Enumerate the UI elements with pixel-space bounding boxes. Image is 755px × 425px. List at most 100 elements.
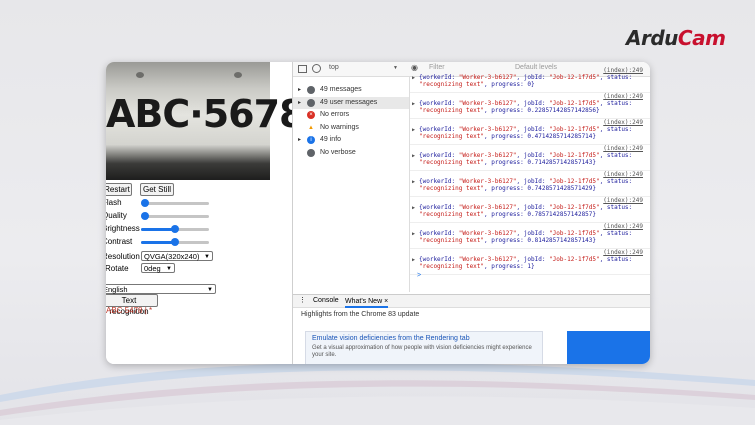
expand-icon[interactable]: ▶ <box>412 101 415 107</box>
log-source-link[interactable]: (index):249 <box>603 93 643 100</box>
expand-icon[interactable]: ▶ <box>412 231 415 237</box>
log-line: "recognizing text", progress: 0.47142857… <box>419 133 597 140</box>
card-body: Get a visual approximation of how people… <box>312 345 532 358</box>
restart-button[interactable]: Restart <box>106 183 132 196</box>
slider-handle[interactable] <box>141 199 149 207</box>
control-slider-0[interactable] <box>141 199 209 207</box>
expand-icon[interactable]: ▸ <box>298 97 301 109</box>
console-sidebar: ▸ 49 messages ▸ 49 user messages × No errors ▲… <box>293 76 410 292</box>
chevron-down-icon: ▼ <box>166 266 172 272</box>
log-line: {workerId: "Worker-3-b6127", jobId: "Job… <box>419 256 633 263</box>
sidebar-item-label: 49 messages <box>320 86 362 93</box>
drawer-tabs: ⋮ Console What's New × <box>293 295 650 308</box>
log-line: "recognizing text", progress: 0.78571428… <box>419 211 597 218</box>
control-label-0: Flash <box>106 198 122 207</box>
slider-handle[interactable] <box>141 212 149 220</box>
card-title[interactable]: Emulate vision deficiencies from the Ren… <box>312 335 470 342</box>
log-entry[interactable]: ▶ (index):249 {workerId: "Worker-3-b6127",… <box>410 196 650 223</box>
control-slider-2[interactable] <box>141 225 209 233</box>
context-select[interactable]: top <box>329 64 339 71</box>
log-source-link[interactable]: (index):249 <box>603 197 643 204</box>
feature-card[interactable]: Emulate vision deficiencies from the Ren… <box>305 331 543 364</box>
log-line: "recognizing text", progress: 0.22857142… <box>419 107 600 114</box>
sidebar-item-label: No warnings <box>320 123 359 131</box>
chevron-down-icon: ▼ <box>204 254 210 260</box>
log-line: {workerId: "Worker-3-b6127", jobId: "Job… <box>419 178 633 185</box>
log-source-link[interactable]: (index):249 <box>603 67 643 74</box>
sidebar-item-1[interactable]: ▸ 49 user messages <box>293 96 409 109</box>
close-icon[interactable]: × <box>384 298 388 305</box>
camera-preview: ABC·5678 <box>106 62 305 180</box>
log-source-link[interactable]: (index):249 <box>603 249 643 256</box>
camera-page: ABC·5678 Restart Get Still Flash Quality B… <box>106 62 305 364</box>
sidebar-item-3[interactable]: ▲ No warnings <box>293 122 409 134</box>
expand-icon[interactable]: ▶ <box>412 75 415 81</box>
sidebar-item-4[interactable]: ▸ i 49 info <box>293 134 409 146</box>
devtools-panel: top ▼ ◉ Filter Default levels ▸ 49 messag… <box>292 62 650 364</box>
resolution-label: Resolution <box>106 252 140 261</box>
user-icon <box>307 98 315 107</box>
slider-handle[interactable] <box>171 225 179 233</box>
log-entry[interactable]: ▶ (index):249 {workerId: "Worker-3-b6127",… <box>410 170 650 197</box>
expand-icon[interactable]: ▶ <box>412 257 415 263</box>
drawer-menu-icon[interactable]: ⋮ <box>299 296 306 304</box>
log-source-link[interactable]: (index):249 <box>603 171 643 178</box>
rotate-label: Rotate <box>106 264 129 273</box>
sidebar-item-2[interactable]: × No errors <box>293 109 409 121</box>
error-icon: × <box>307 111 315 119</box>
warning-icon: ▲ <box>308 124 314 131</box>
log-source-link[interactable]: (index):249 <box>603 223 643 230</box>
language-select[interactable]: English▼ <box>106 284 216 294</box>
arducam-logo: ArduCam <box>626 26 726 50</box>
log-entry[interactable]: ▶ (index):249 {workerId: "Worker-3-b6127",… <box>410 66 650 93</box>
log-entry[interactable]: ▶ (index):249 {workerId: "Worker-3-b6127",… <box>410 92 650 119</box>
expand-icon[interactable]: ▶ <box>412 153 415 159</box>
get-still-button[interactable]: Get Still <box>140 183 174 196</box>
screen-window: ABC·5678 Restart Get Still Flash Quality B… <box>106 62 650 364</box>
rotate-select[interactable]: 0deg ▼ <box>141 263 175 273</box>
sidebar-item-label: No verbose <box>320 148 356 156</box>
log-line: "recognizing text", progress: 1} <box>419 263 535 270</box>
sidebar-item-label: No errors <box>320 111 350 118</box>
log-entry[interactable]: ▶ (index):249 {workerId: "Worker-3-b6127",… <box>410 248 650 275</box>
list-icon <box>307 86 315 94</box>
slider-handle[interactable] <box>171 238 179 246</box>
tab-whats-new[interactable]: What's New × <box>345 295 389 308</box>
sidebar-item-label: 49 info <box>320 136 342 143</box>
log-source-link[interactable]: (index):249 <box>603 119 643 126</box>
log-line: {workerId: "Worker-3-b6127", jobId: "Job… <box>419 230 633 237</box>
control-slider-3[interactable] <box>141 238 209 246</box>
recognition-result: ABC 5478 | * <box>106 306 153 315</box>
log-line: {workerId: "Worker-3-b6127", jobId: "Job… <box>419 126 633 133</box>
control-slider-1[interactable] <box>141 212 209 220</box>
sidebar-item-5[interactable]: No verbose <box>293 147 409 159</box>
log-line: "recognizing text", progress: 0} <box>419 81 535 88</box>
clear-console-icon[interactable] <box>312 64 321 73</box>
expand-icon[interactable]: ▶ <box>412 179 415 185</box>
devtools-drawer: ⋮ Console What's New × Highlights from t… <box>293 294 650 364</box>
resolution-select[interactable]: QVGA(320x240) ▼ <box>141 251 213 261</box>
expand-icon[interactable]: ▶ <box>412 205 415 211</box>
log-entry[interactable]: ▶ (index):249 {workerId: "Worker-3-b6127",… <box>410 144 650 171</box>
expand-icon[interactable]: ▸ <box>298 84 301 96</box>
sidebar-toggle-icon[interactable] <box>298 65 307 73</box>
log-line: "recognizing text", progress: 0.74285714… <box>419 185 597 192</box>
tab-console[interactable]: Console <box>313 297 339 304</box>
slider-fill <box>141 241 175 244</box>
console-prompt[interactable]: > <box>417 272 421 279</box>
log-source-link[interactable]: (index):249 <box>603 145 643 152</box>
control-label-2: Brightness <box>106 224 140 233</box>
log-line: "recognizing text", progress: 0.81428571… <box>419 237 597 244</box>
expand-icon[interactable]: ▸ <box>298 134 301 146</box>
console-log: ▶ (index):249 {workerId: "Worker-3-b6127",… <box>410 67 650 292</box>
control-label-3: Contrast <box>106 237 133 246</box>
sidebar-item-0[interactable]: ▸ 49 messages <box>293 84 409 96</box>
feature-image <box>567 331 650 364</box>
log-line: {workerId: "Worker-3-b6127", jobId: "Job… <box>419 74 633 81</box>
log-line: "recognizing text", progress: 0.71428571… <box>419 159 597 166</box>
chevron-down-icon: ▼ <box>207 287 213 293</box>
expand-icon[interactable]: ▶ <box>412 127 415 133</box>
log-entry[interactable]: ▶ (index):249 {workerId: "Worker-3-b6127",… <box>410 222 650 249</box>
log-entry[interactable]: ▶ (index):249 {workerId: "Worker-3-b6127",… <box>410 118 650 145</box>
plate-text: ABC·5678 <box>106 92 305 136</box>
